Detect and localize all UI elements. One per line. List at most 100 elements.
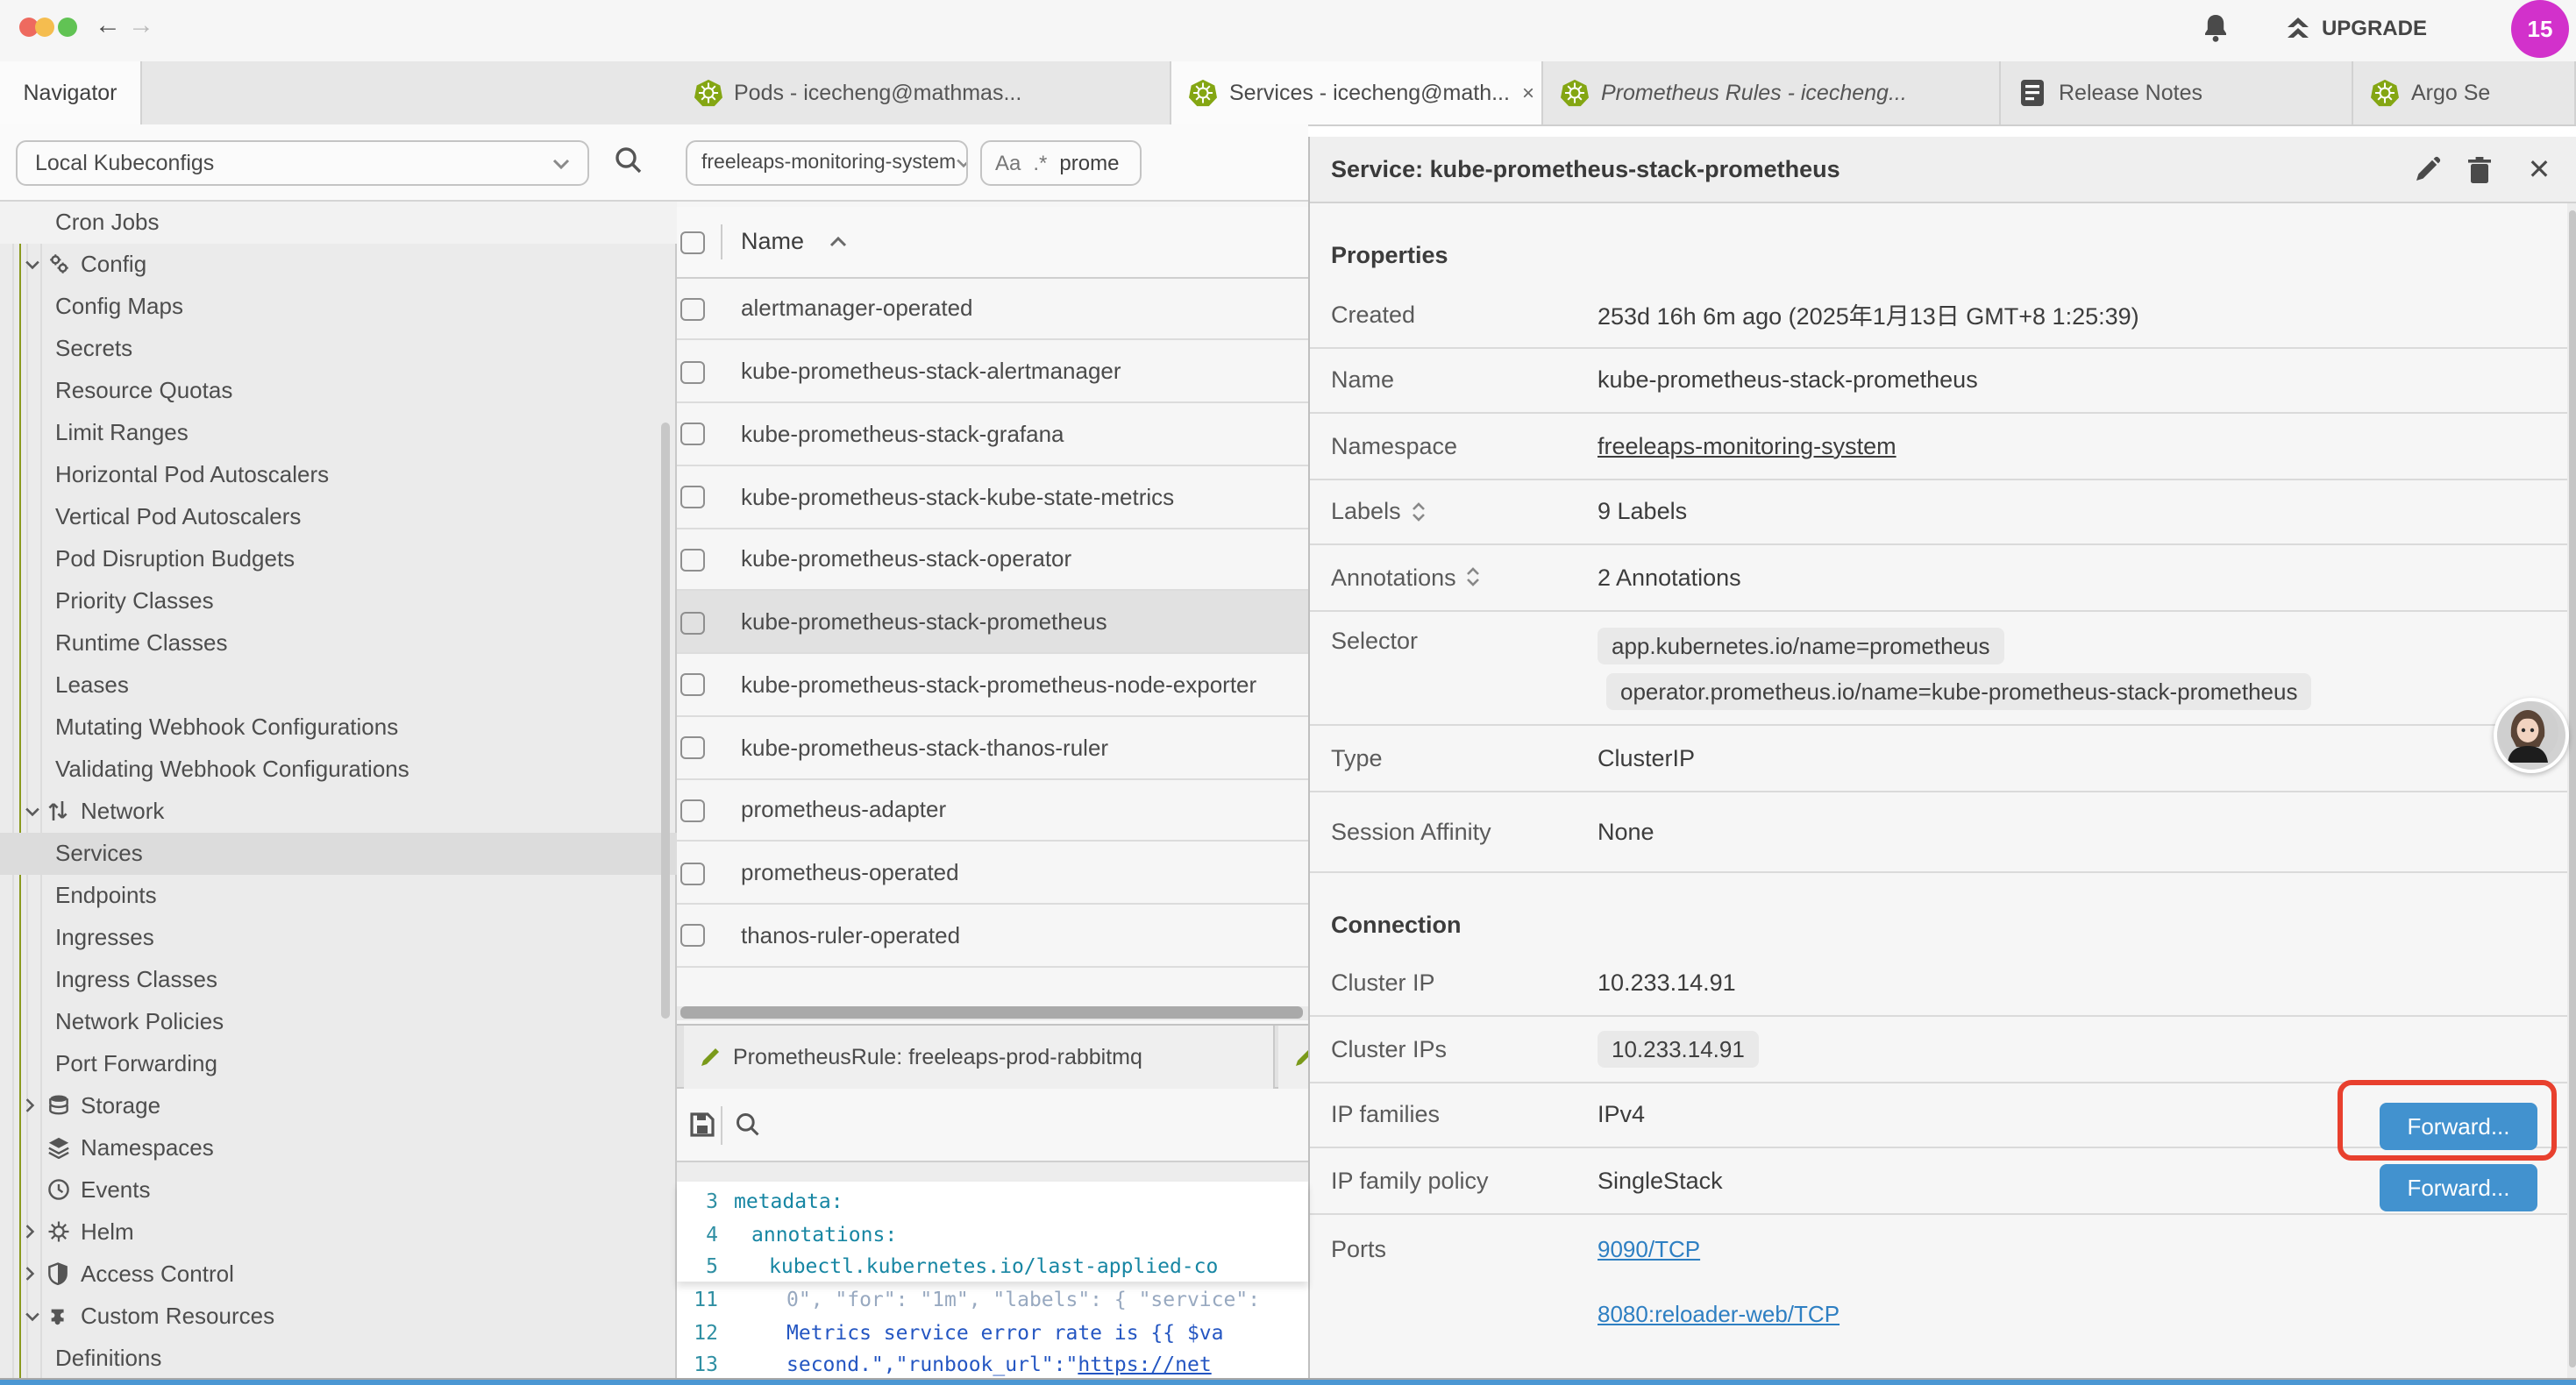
- sidebar-item-ingresses[interactable]: Ingresses: [0, 916, 676, 958]
- edit-pencil-icon[interactable]: [2409, 153, 2444, 188]
- sidebar-item-endpoints[interactable]: Endpoints: [0, 874, 676, 916]
- tab-navigator[interactable]: Navigator: [0, 60, 142, 124]
- port-link-9090[interactable]: 9090/TCP: [1598, 1235, 1839, 1261]
- sidebar-item-config[interactable]: Config: [0, 243, 676, 285]
- back-arrow-icon[interactable]: ←: [95, 11, 121, 40]
- sidebar-item-pod-disruption-budgets[interactable]: Pod Disruption Budgets: [0, 537, 676, 579]
- sidebar-item-runtime-classes[interactable]: Runtime Classes: [0, 621, 676, 664]
- row-checkbox[interactable]: [680, 423, 704, 446]
- editor-tab-partial[interactable]: [1277, 1025, 1309, 1089]
- row-checkbox[interactable]: [680, 549, 704, 572]
- maximize-window-button[interactable]: [57, 18, 76, 37]
- chevron-right-icon[interactable]: [25, 1266, 42, 1282]
- table-row[interactable]: kube-prometheus-stack-kube-state-metrics: [676, 466, 1308, 529]
- forward-button-8080[interactable]: Forward...: [2380, 1163, 2537, 1211]
- table-row[interactable]: kube-prometheus-stack-thanos-ruler: [676, 717, 1308, 780]
- service-name: thanos-ruler-operated: [741, 922, 960, 948]
- table-row[interactable]: kube-prometheus-stack-operator: [676, 529, 1308, 592]
- row-checkbox[interactable]: [680, 736, 704, 759]
- kubeconfig-select[interactable]: Local Kubeconfigs: [16, 140, 589, 186]
- table-row[interactable]: kube-prometheus-stack-alertmanager: [676, 341, 1308, 404]
- row-checkbox[interactable]: [680, 298, 704, 321]
- table-row[interactable]: kube-prometheus-stack-prometheus-node-ex…: [676, 654, 1308, 717]
- tab-services[interactable]: Services - icecheng@math...×: [1171, 60, 1543, 124]
- table-row[interactable]: prometheus-adapter: [676, 779, 1308, 842]
- expand-updown-icon[interactable]: [1467, 567, 1481, 588]
- code-sticky-lines: 3metadata:4annotations:5kubectl.kubernet…: [676, 1182, 1308, 1282]
- sidebar-item-horizontal-pod-autoscalers[interactable]: Horizontal Pod Autoscalers: [0, 453, 676, 495]
- sidebar-item-access-control[interactable]: Access Control: [0, 1253, 676, 1295]
- sidebar-item-ingress-classes[interactable]: Ingress Classes: [0, 958, 676, 1000]
- table-row[interactable]: kube-prometheus-stack-grafana: [676, 403, 1308, 466]
- row-checkbox[interactable]: [680, 674, 704, 697]
- row-checkbox[interactable]: [680, 862, 704, 884]
- regex-icon[interactable]: .*: [1033, 151, 1047, 175]
- row-checkbox[interactable]: [680, 925, 704, 948]
- sidebar-item-vertical-pod-autoscalers[interactable]: Vertical Pod Autoscalers: [0, 495, 676, 537]
- chevron-down-icon[interactable]: [25, 259, 42, 269]
- chevron-right-icon[interactable]: [25, 1097, 42, 1113]
- row-checkbox[interactable]: [680, 611, 704, 634]
- search-icon[interactable]: [614, 146, 644, 175]
- row-checkbox[interactable]: [680, 486, 704, 508]
- sidebar-item-storage[interactable]: Storage: [0, 1084, 676, 1126]
- resource-search-input[interactable]: Aa .* prome: [979, 140, 1141, 186]
- chevron-down-icon[interactable]: [25, 806, 42, 816]
- close-icon[interactable]: ✕: [2522, 153, 2557, 188]
- tab-release[interactable]: Release Notes: [2001, 60, 2353, 124]
- sidebar-item-config-maps[interactable]: Config Maps: [0, 285, 676, 327]
- sidebar-item-events[interactable]: Events: [0, 1168, 676, 1211]
- drawer-scrollbar-thumb[interactable]: [2568, 210, 2575, 1367]
- select-all-checkbox[interactable]: [680, 231, 704, 253]
- sidebar-item-mutating-webhook-configurations[interactable]: Mutating Webhook Configurations: [0, 706, 676, 748]
- sidebar-item-port-forwarding[interactable]: Port Forwarding: [0, 1042, 676, 1084]
- sidebar-scrollbar[interactable]: [661, 423, 670, 1019]
- sidebar-item-cron-jobs[interactable]: Cron Jobs: [0, 201, 676, 243]
- user-avatar[interactable]: [2494, 698, 2569, 773]
- table-row[interactable]: prometheus-operated: [676, 842, 1308, 906]
- sidebar-item-namespaces[interactable]: Namespaces: [0, 1126, 676, 1168]
- table-row[interactable]: thanos-ruler-operated: [676, 905, 1308, 968]
- match-case-icon[interactable]: Aa: [995, 151, 1021, 175]
- expand-updown-icon[interactable]: [1412, 501, 1426, 522]
- tab-argo[interactable]: Argo Se: [2353, 60, 2576, 124]
- tab-prometheus[interactable]: Prometheus Rules - icecheng...: [1543, 60, 2001, 124]
- sidebar-item-validating-webhook-configurations[interactable]: Validating Webhook Configurations: [0, 748, 676, 790]
- row-checkbox[interactable]: [680, 360, 704, 383]
- yaml-editor[interactable]: 110", "for": "1m", "labels": { "service"…: [676, 1182, 1308, 1378]
- row-checkbox[interactable]: [680, 799, 704, 822]
- editor-tab-prometheusrule[interactable]: PrometheusRule: freeleaps-prod-rabbitmq: [684, 1025, 1275, 1089]
- table-row[interactable]: alertmanager-operated: [676, 278, 1308, 341]
- tab-pods[interactable]: Pods - icecheng@mathmas...: [676, 60, 1171, 124]
- sidebar-item-services[interactable]: Services: [0, 832, 676, 874]
- sidebar-item-definitions[interactable]: Definitions: [0, 1337, 676, 1378]
- chevron-right-icon[interactable]: [25, 1224, 42, 1239]
- sidebar-item-resource-quotas[interactable]: Resource Quotas: [0, 369, 676, 411]
- labels-count-value[interactable]: 9 Labels: [1598, 499, 1687, 525]
- sidebar-item-priority-classes[interactable]: Priority Classes: [0, 579, 676, 621]
- namespace-link[interactable]: freeleaps-monitoring-system: [1598, 433, 1896, 459]
- chevron-down-icon[interactable]: [25, 1310, 42, 1321]
- table-row[interactable]: kube-prometheus-stack-prometheus: [676, 592, 1308, 655]
- delete-trash-icon[interactable]: [2462, 153, 2497, 188]
- notifications-bell-icon[interactable]: [2201, 12, 2231, 44]
- forward-arrow-icon[interactable]: →: [128, 11, 154, 40]
- minimize-window-button[interactable]: [35, 18, 54, 37]
- port-link-8080[interactable]: 8080:reloader-web/TCP: [1598, 1300, 1839, 1326]
- sidebar-item-leases[interactable]: Leases: [0, 664, 676, 706]
- sidebar-item-limit-ranges[interactable]: Limit Ranges: [0, 411, 676, 453]
- sidebar-item-secrets[interactable]: Secrets: [0, 327, 676, 369]
- save-icon[interactable]: [688, 1111, 715, 1137]
- annotations-count-value[interactable]: 2 Annotations: [1598, 565, 1741, 591]
- namespace-select[interactable]: freeleaps-monitoring-system: [686, 140, 968, 186]
- sidebar-item-network[interactable]: Network: [0, 790, 676, 832]
- sidebar-item-network-policies[interactable]: Network Policies: [0, 1000, 676, 1042]
- table-hscrollbar-thumb[interactable]: [680, 1006, 1302, 1019]
- editor-search-icon[interactable]: [734, 1111, 760, 1137]
- sidebar-item-custom-resources[interactable]: Custom Resources: [0, 1295, 676, 1337]
- close-icon[interactable]: ×: [1522, 81, 1534, 105]
- upgrade-button[interactable]: UPGRADE: [2285, 14, 2427, 42]
- notification-count-badge[interactable]: 15: [2511, 0, 2569, 58]
- sidebar-item-helm[interactable]: Helm: [0, 1211, 676, 1253]
- name-column-header[interactable]: Name: [741, 206, 846, 276]
